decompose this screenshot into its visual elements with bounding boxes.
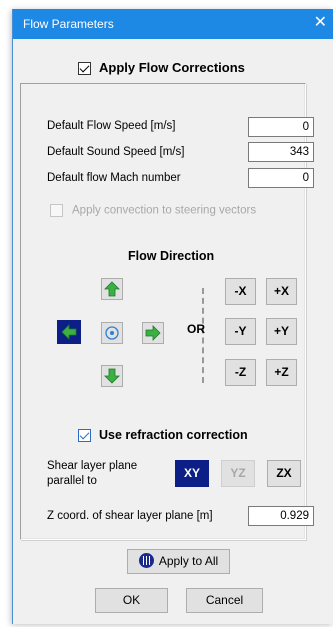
sound-speed-label: Default Sound Speed [m/s] [47, 146, 185, 158]
green-right-arrow-icon [145, 325, 161, 341]
refraction-label: Use refraction correction [99, 428, 248, 442]
or-label: OR [187, 322, 205, 336]
flow-speed-input[interactable]: 0 [248, 117, 314, 137]
flow-down-button[interactable] [101, 365, 123, 387]
axis-plus-y-button[interactable]: +Y [266, 318, 297, 345]
shear-layer-label-line1: Shear layer plane [47, 460, 138, 472]
checkbox-disabled-icon[interactable] [50, 204, 63, 217]
title-bar: Flow Parameters ✕ [13, 9, 333, 39]
plane-yz-button[interactable]: YZ [221, 460, 255, 487]
shear-layer-label-line2: parallel to [47, 475, 97, 487]
shear-layer-label: Shear layer plane parallel to [47, 459, 137, 489]
z-coord-input[interactable]: 0.929 [248, 506, 314, 526]
flow-center-button[interactable] [101, 322, 123, 344]
z-coord-label: Z coord. of shear layer plane [m] [47, 510, 213, 522]
green-down-arrow-icon [104, 368, 120, 384]
convection-checkbox[interactable]: Apply convection to steering vectors [50, 204, 256, 217]
checkbox-checked-icon[interactable] [78, 62, 91, 76]
convection-label: Apply convection to steering vectors [72, 204, 257, 217]
axis-minus-y-button[interactable]: -Y [225, 318, 256, 345]
plane-zx-button[interactable]: ZX [267, 460, 301, 487]
flow-right-button[interactable] [142, 322, 164, 344]
green-left-arrow-icon [61, 324, 77, 340]
flow-left-button[interactable] [57, 320, 81, 344]
axis-plus-x-button[interactable]: +X [266, 278, 297, 305]
mach-number-label: Default flow Mach number [47, 172, 181, 184]
refraction-checkbox[interactable]: Use refraction correction [78, 428, 248, 443]
sound-speed-input[interactable]: 343 [248, 142, 314, 162]
dialog-title: Flow Parameters [23, 17, 114, 31]
apply-all-icon [138, 553, 154, 569]
axis-minus-x-button[interactable]: -X [225, 278, 256, 305]
blue-target-icon [105, 326, 119, 340]
plane-xy-button[interactable]: XY [175, 460, 209, 487]
green-up-arrow-icon [104, 281, 120, 297]
apply-to-all-label: Apply to All [158, 554, 219, 568]
ok-button[interactable]: OK [95, 588, 168, 613]
cancel-button[interactable]: Cancel [186, 588, 263, 613]
mach-number-input[interactable]: 0 [248, 168, 314, 188]
flow-up-button[interactable] [101, 278, 123, 300]
checkbox-checked-icon[interactable] [78, 429, 91, 443]
close-icon[interactable]: ✕ [314, 13, 327, 33]
axis-plus-z-button[interactable]: +Z [266, 359, 297, 386]
apply-to-all-button[interactable]: Apply to All [127, 549, 230, 574]
flow-speed-label: Default Flow Speed [m/s] [47, 120, 176, 132]
axis-minus-z-button[interactable]: -Z [225, 359, 256, 386]
apply-flow-corrections-checkbox[interactable]: Apply Flow Corrections [78, 60, 245, 76]
apply-flow-corrections-label: Apply Flow Corrections [99, 60, 245, 75]
flow-direction-heading: Flow Direction [128, 249, 215, 263]
